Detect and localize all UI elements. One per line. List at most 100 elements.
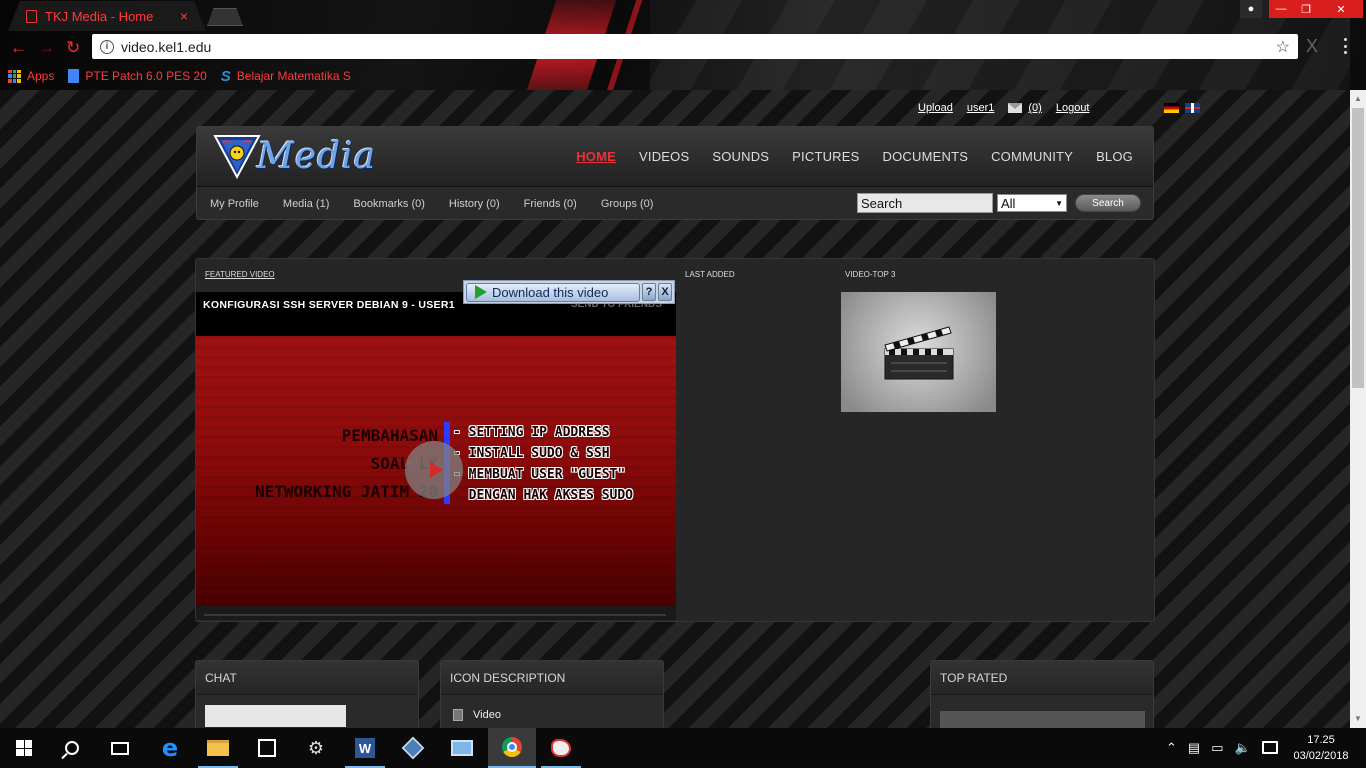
volume-icon[interactable]: 🔈	[1235, 740, 1251, 756]
system-tray: ⌃ ▤ ▭ 🔈	[1166, 728, 1251, 768]
scroll-up-icon[interactable]: ▲	[1354, 94, 1362, 103]
sub-nav: My Profile Media (1) Bookmarks (0) Histo…	[210, 198, 653, 210]
video-frame-line: DENGAN HAK AKSES SUDO	[453, 488, 634, 503]
paint-icon	[551, 739, 571, 757]
video-player[interactable]: PEMBAHASAN SOAL LK NETWORKING JATIM 20 -…	[196, 336, 676, 606]
bookmark-label: PTE Patch 6.0 PES 20	[85, 69, 207, 83]
taskbar-virtualbox[interactable]	[389, 728, 437, 768]
main-nav: HOME VIDEOS SOUNDS PICTURES DOCUMENTS CO…	[576, 149, 1133, 164]
forward-arrow-icon[interactable]: →	[38, 38, 55, 58]
scroll-down-icon[interactable]: ▼	[1354, 714, 1362, 723]
top-video-thumbnail[interactable]	[841, 292, 996, 412]
video-frame-line: - MEMBUAT USER "GUEST"	[453, 467, 626, 482]
download-video-button[interactable]: Download this video	[466, 282, 640, 302]
chat-title: CHAT	[205, 671, 237, 685]
site-info-icon[interactable]: i	[100, 39, 114, 54]
subnav-history[interactable]: History (0)	[449, 198, 500, 210]
nav-videos[interactable]: VIDEOS	[639, 149, 689, 164]
extension-icon[interactable]: X	[1306, 36, 1318, 57]
video-title[interactable]: KONFIGURASI SSH SERVER DEBIAN 9 - USER1	[203, 299, 455, 311]
site-logo[interactable]: Media	[213, 133, 376, 179]
mail-icon[interactable]	[1008, 103, 1023, 113]
search-scope-select[interactable]: All ▼	[997, 194, 1067, 212]
bookmark-star-icon[interactable]: ☆	[1276, 37, 1290, 57]
subnav-groups[interactable]: Groups (0)	[601, 198, 654, 210]
tab-title: TKJ Media - Home	[45, 8, 154, 24]
browser-tab[interactable]: TKJ Media - Home ×	[8, 1, 206, 31]
taskbar-edge[interactable]: e	[146, 728, 194, 768]
featured-video-heading[interactable]: FEATURED VIDEO	[205, 270, 275, 279]
chat-input[interactable]	[205, 705, 346, 727]
close-popup-button[interactable]: X	[658, 283, 672, 301]
tab-close-icon[interactable]: ×	[180, 8, 188, 24]
nav-home[interactable]: HOME	[576, 149, 616, 164]
word-icon: W	[355, 738, 375, 758]
task-view-button[interactable]	[96, 728, 144, 768]
upload-link[interactable]: Upload	[918, 102, 953, 114]
start-button[interactable]	[0, 728, 48, 768]
english-flag-icon[interactable]	[1184, 103, 1200, 113]
restore-button[interactable]: ❐	[1293, 0, 1319, 18]
taskbar-paint[interactable]	[537, 728, 585, 768]
icon-description-title: ICON DESCRIPTION	[450, 671, 566, 685]
scrollbar-thumb[interactable]	[1352, 108, 1364, 388]
chrome-icon	[502, 737, 522, 757]
apps-grid-icon	[8, 69, 21, 83]
logout-link[interactable]: Logout	[1056, 102, 1090, 114]
subnav-media[interactable]: Media (1)	[283, 198, 329, 210]
address-bar[interactable]: i video.kel1.edu ☆	[92, 34, 1298, 59]
chevron-up-icon[interactable]: ⌃	[1166, 740, 1177, 756]
profile-icon[interactable]: ●	[1240, 0, 1262, 18]
url-text[interactable]: video.kel1.edu	[121, 39, 1276, 55]
taskbar-word[interactable]: W	[341, 728, 389, 768]
taskbar-chrome[interactable]	[488, 728, 536, 768]
messages-count-link[interactable]: (0)	[1028, 102, 1041, 114]
back-arrow-icon[interactable]: ←	[10, 38, 27, 58]
download-video-popup: Download this video ? X	[463, 280, 675, 304]
top-rated-panel: TOP RATED	[930, 660, 1154, 728]
play-button[interactable]	[405, 441, 463, 499]
taskbar-clock[interactable]: 17.25 03/02/2018	[1286, 732, 1356, 764]
browser-menu-icon[interactable]	[1344, 38, 1350, 54]
logo-emblem-icon	[213, 135, 261, 179]
video-progress-bar[interactable]	[204, 614, 666, 616]
username-link[interactable]: user1	[967, 102, 995, 114]
nav-community[interactable]: COMMUNITY	[991, 149, 1073, 164]
video-top3-heading: VIDEO-TOP 3	[845, 270, 896, 279]
top-rated-thumbnail[interactable]	[940, 711, 1145, 728]
network-icon[interactable]: ▤	[1188, 740, 1200, 756]
taskbar-file-explorer[interactable]	[194, 728, 242, 768]
taskbar-remote-desktop[interactable]	[438, 728, 486, 768]
header-top: Media HOME VIDEOS SOUNDS PICTURES DOCUME…	[197, 127, 1153, 187]
site-header: Media HOME VIDEOS SOUNDS PICTURES DOCUME…	[196, 126, 1154, 220]
page-icon	[26, 9, 37, 23]
site-search: All ▼ Search	[857, 193, 1141, 213]
search-button[interactable]: Search	[1075, 194, 1141, 212]
help-button[interactable]: ?	[642, 283, 656, 301]
action-center-icon[interactable]	[1262, 741, 1278, 754]
taskbar-search-button[interactable]	[48, 728, 96, 768]
subnav-bookmarks[interactable]: Bookmarks (0)	[353, 198, 425, 210]
minimize-button[interactable]: —	[1269, 0, 1293, 18]
nav-sounds[interactable]: SOUNDS	[712, 149, 769, 164]
bookmark-apps[interactable]: Apps	[8, 69, 54, 83]
video-frame-line: - INSTALL SUDO & SSH	[453, 446, 610, 461]
subnav-my-profile[interactable]: My Profile	[210, 198, 259, 210]
bookmark-pte-patch[interactable]: PTE Patch 6.0 PES 20	[68, 69, 207, 83]
nav-blog[interactable]: BLOG	[1096, 149, 1133, 164]
german-flag-icon[interactable]	[1163, 103, 1179, 113]
close-window-button[interactable]: ✕	[1319, 0, 1363, 18]
new-tab-button[interactable]	[207, 8, 243, 26]
taskbar-game[interactable]: ⚙	[292, 728, 340, 768]
page-scrollbar[interactable]: ▲ ▼	[1350, 90, 1366, 728]
nav-documents[interactable]: DOCUMENTS	[883, 149, 969, 164]
reload-icon[interactable]: ↻	[66, 38, 80, 58]
nav-pictures[interactable]: PICTURES	[792, 149, 859, 164]
taskbar-store[interactable]	[243, 728, 291, 768]
battery-icon[interactable]: ▭	[1211, 740, 1223, 756]
page-viewport: Upload user1 (0) Logout Media HOME VIDEO…	[0, 90, 1350, 728]
bookmark-belajar-matematika[interactable]: S Belajar Matematika S	[221, 68, 351, 85]
subnav-friends[interactable]: Friends (0)	[524, 198, 577, 210]
featured-panel: FEATURED VIDEO LAST ADDED VIDEO-TOP 3 KO…	[195, 258, 1155, 622]
search-input[interactable]	[857, 193, 993, 213]
